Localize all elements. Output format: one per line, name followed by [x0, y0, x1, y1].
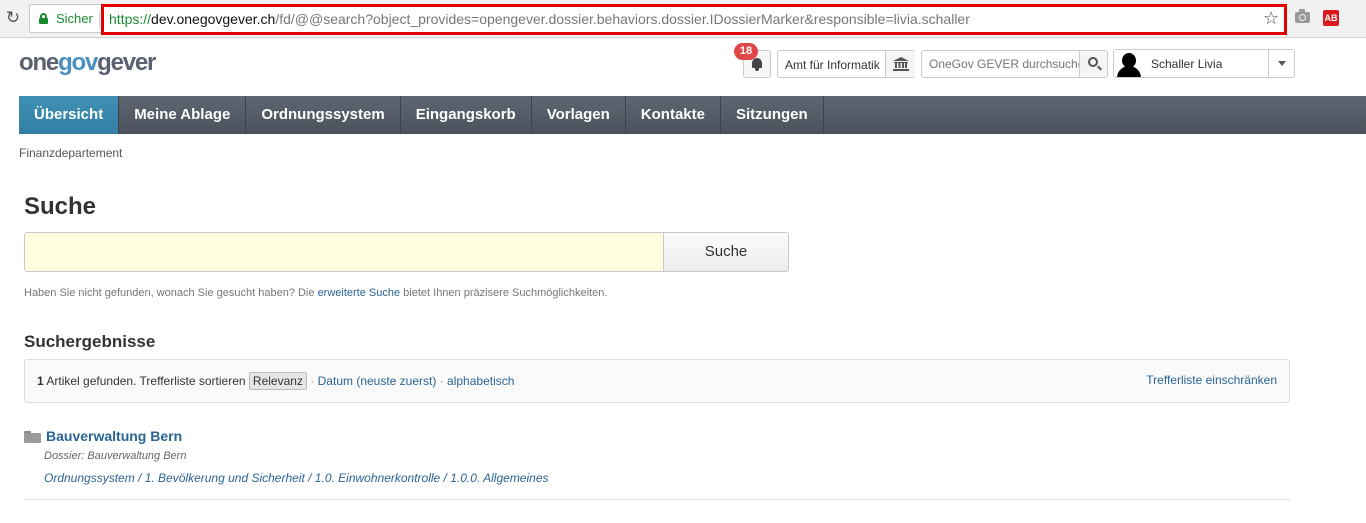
global-search	[921, 50, 1108, 78]
sort-separator: ·	[439, 374, 444, 388]
list-item: Bauverwaltung Bern Dossier: Bauverwaltun…	[24, 426, 1290, 500]
advanced-search-link[interactable]: erweiterte Suche	[318, 287, 401, 299]
logo-part-one: one	[19, 49, 59, 76]
org-unit-label: Amt für Informatik	[785, 58, 880, 72]
sort-date-link[interactable]: Datum (neuste zuerst)	[318, 374, 437, 388]
global-search-button[interactable]	[1079, 51, 1107, 77]
result-count-text: Artikel gefunden. Trefferliste sortieren	[46, 374, 246, 388]
search-input[interactable]	[24, 232, 664, 272]
result-subtitle: Dossier: Bauverwaltung Bern	[44, 450, 187, 462]
search-button[interactable]: Suche	[663, 232, 789, 272]
result-count: 1	[37, 374, 44, 388]
nav-item-meine-ablage[interactable]: Meine Ablage	[119, 96, 247, 134]
results-heading: Suchergebnisse	[24, 332, 156, 351]
hint-text-after: bietet Ihnen präzisere Suchmöglichkeiten…	[403, 287, 608, 299]
sort-alphabetical-link[interactable]: alphabetisch	[447, 374, 514, 388]
reload-icon[interactable]: ↻	[4, 9, 22, 27]
browser-toolbar: ↻ Sicher https://dev.onegovgever.ch/fd/@…	[0, 0, 1366, 38]
breadcrumb[interactable]: Finanzdepartement	[19, 146, 122, 160]
nav-item-vorlagen[interactable]: Vorlagen	[532, 96, 626, 134]
bookmark-star-icon[interactable]: ☆	[1263, 8, 1279, 29]
page-title: Suche	[24, 193, 97, 220]
result-path-link[interactable]: Ordnungssystem / 1. Bevölkerung und Sich…	[44, 471, 549, 485]
logo-part-gov: gov	[58, 49, 98, 76]
address-bar[interactable]: Sicher https://dev.onegovgever.ch/fd/@@s…	[29, 4, 1287, 35]
notification-count-badge: 18	[734, 43, 758, 60]
results-summary: 1 Artikel gefunden. Trefferliste sortier…	[37, 372, 514, 390]
logo-part-gever: gever	[97, 49, 156, 76]
lock-icon	[39, 13, 48, 24]
nav-item-sitzungen[interactable]: Sitzungen	[721, 96, 824, 134]
chevron-down-icon	[1278, 61, 1286, 66]
search-icon	[1088, 57, 1098, 67]
filter-results-link[interactable]: Trefferliste einschränken	[1146, 373, 1277, 387]
nav-item-kontakte[interactable]: Kontakte	[626, 96, 721, 134]
user-menu-toggle[interactable]	[1268, 50, 1295, 77]
user-name: Schaller Livia	[1151, 57, 1223, 71]
search-hint: Haben Sie nicht gefunden, wonach Sie ges…	[24, 287, 607, 299]
bell-icon	[752, 58, 762, 71]
avatar	[1115, 51, 1143, 77]
nav-item-eingangskorb[interactable]: Eingangskorb	[401, 96, 532, 134]
result-title-link[interactable]: Bauverwaltung Bern	[46, 428, 182, 444]
sort-separator: ·	[310, 374, 315, 388]
org-unit-button[interactable]	[885, 51, 915, 77]
main-navigation: Übersicht Meine Ablage Ordnungssystem Ei…	[19, 96, 1366, 134]
url-highlight-box	[101, 4, 1287, 35]
adblock-icon[interactable]: AB	[1323, 10, 1339, 26]
sort-relevance[interactable]: Relevanz	[248, 372, 307, 390]
org-unit-selector[interactable]: Amt für Informatik	[777, 50, 915, 78]
global-search-input[interactable]	[922, 51, 1079, 77]
user-menu[interactable]: Schaller Livia	[1113, 49, 1295, 78]
address-separator	[99, 11, 100, 27]
hint-text-before: Haben Sie nicht gefunden, wonach Sie ges…	[24, 287, 315, 299]
bank-icon	[893, 57, 909, 71]
folder-icon	[24, 431, 41, 443]
nav-item-ordnungssystem[interactable]: Ordnungssystem	[246, 96, 401, 134]
results-toolbar: 1 Artikel gefunden. Trefferliste sortier…	[24, 359, 1290, 403]
app-logo[interactable]: onegovgever	[19, 49, 156, 77]
secure-label: Sicher	[56, 11, 93, 26]
camera-icon[interactable]	[1295, 9, 1310, 23]
nav-item-uebersicht[interactable]: Übersicht	[19, 96, 120, 134]
